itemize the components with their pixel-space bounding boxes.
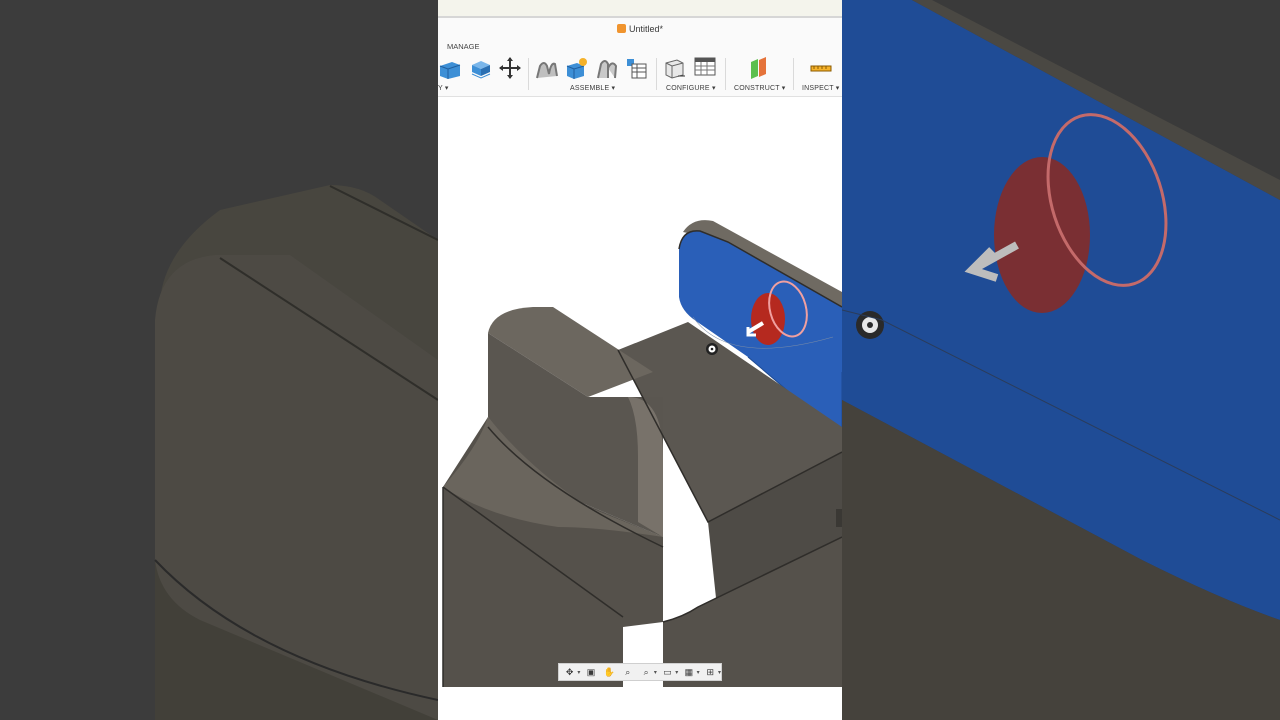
construct-group-label[interactable]: CONSTRUCT ▾ xyxy=(734,84,785,92)
inspect-group-label[interactable]: INSPECT ▾ xyxy=(802,84,839,92)
separator xyxy=(528,58,529,90)
pan-icon[interactable]: ✋ xyxy=(602,665,617,679)
configure-shape-icon[interactable] xyxy=(663,56,687,80)
box-icon[interactable] xyxy=(438,56,462,80)
document-title: Untitled* xyxy=(438,24,842,34)
zoom-caret[interactable]: ▾ xyxy=(654,669,657,676)
grid-icon[interactable]: ▦ xyxy=(681,665,696,679)
extrude-icon[interactable] xyxy=(469,56,493,80)
fusion-app-window: Untitled* MANAGE Y ▾ ASSEMBLE ▾ CONFIGUR… xyxy=(438,0,842,720)
document-title-text: Untitled* xyxy=(628,24,664,34)
bottom-strip xyxy=(438,687,842,720)
separator xyxy=(793,58,794,90)
new-component-icon[interactable] xyxy=(565,56,589,80)
canvas-viewport[interactable] xyxy=(438,97,842,687)
display-caret[interactable]: ▾ xyxy=(675,669,678,676)
configure-table-icon[interactable] xyxy=(693,56,717,80)
grid-caret[interactable]: ▾ xyxy=(697,669,700,676)
3d-model[interactable] xyxy=(438,97,842,687)
measure-icon[interactable] xyxy=(809,56,833,80)
display-settings-icon[interactable]: ▭ xyxy=(660,665,675,679)
joint-icon[interactable] xyxy=(535,56,559,80)
background-right-zoom xyxy=(842,0,1280,720)
move-icon[interactable] xyxy=(498,56,522,80)
zoom-icon[interactable]: ⌕ xyxy=(620,665,635,679)
zoomed-model-left xyxy=(0,0,438,720)
top-strip xyxy=(438,0,842,18)
hole-preview-fill xyxy=(751,293,785,345)
point-marker[interactable] xyxy=(706,343,718,355)
zoom-window-icon[interactable]: ⌕ xyxy=(638,665,653,679)
zoomed-model-right xyxy=(842,0,1280,720)
navigation-bar: ✥ ▾ ▣ ✋ ⌕ ⌕ ▾ ▭ ▾ ▦ ▾ ⊞ ▾ xyxy=(558,663,722,681)
create-group-label[interactable]: Y ▾ xyxy=(438,84,449,92)
assemble-group-label[interactable]: ASSEMBLE ▾ xyxy=(570,84,615,92)
orbit-caret[interactable]: ▾ xyxy=(577,669,580,676)
manage-tab-label[interactable]: MANAGE xyxy=(447,42,480,51)
look-at-icon[interactable]: ▣ xyxy=(583,665,598,679)
table-icon[interactable] xyxy=(624,56,648,80)
rigid-group-icon[interactable] xyxy=(595,56,619,80)
document-icon xyxy=(616,24,626,33)
separator xyxy=(656,58,657,90)
viewports-caret[interactable]: ▾ xyxy=(718,669,721,676)
background-left-zoom xyxy=(0,0,438,720)
orbit-icon[interactable]: ✥ xyxy=(562,665,577,679)
offset-plane-icon[interactable] xyxy=(747,56,771,80)
viewports-icon[interactable]: ⊞ xyxy=(703,665,718,679)
configure-group-label[interactable]: CONFIGURE ▾ xyxy=(666,84,716,92)
separator xyxy=(725,58,726,90)
